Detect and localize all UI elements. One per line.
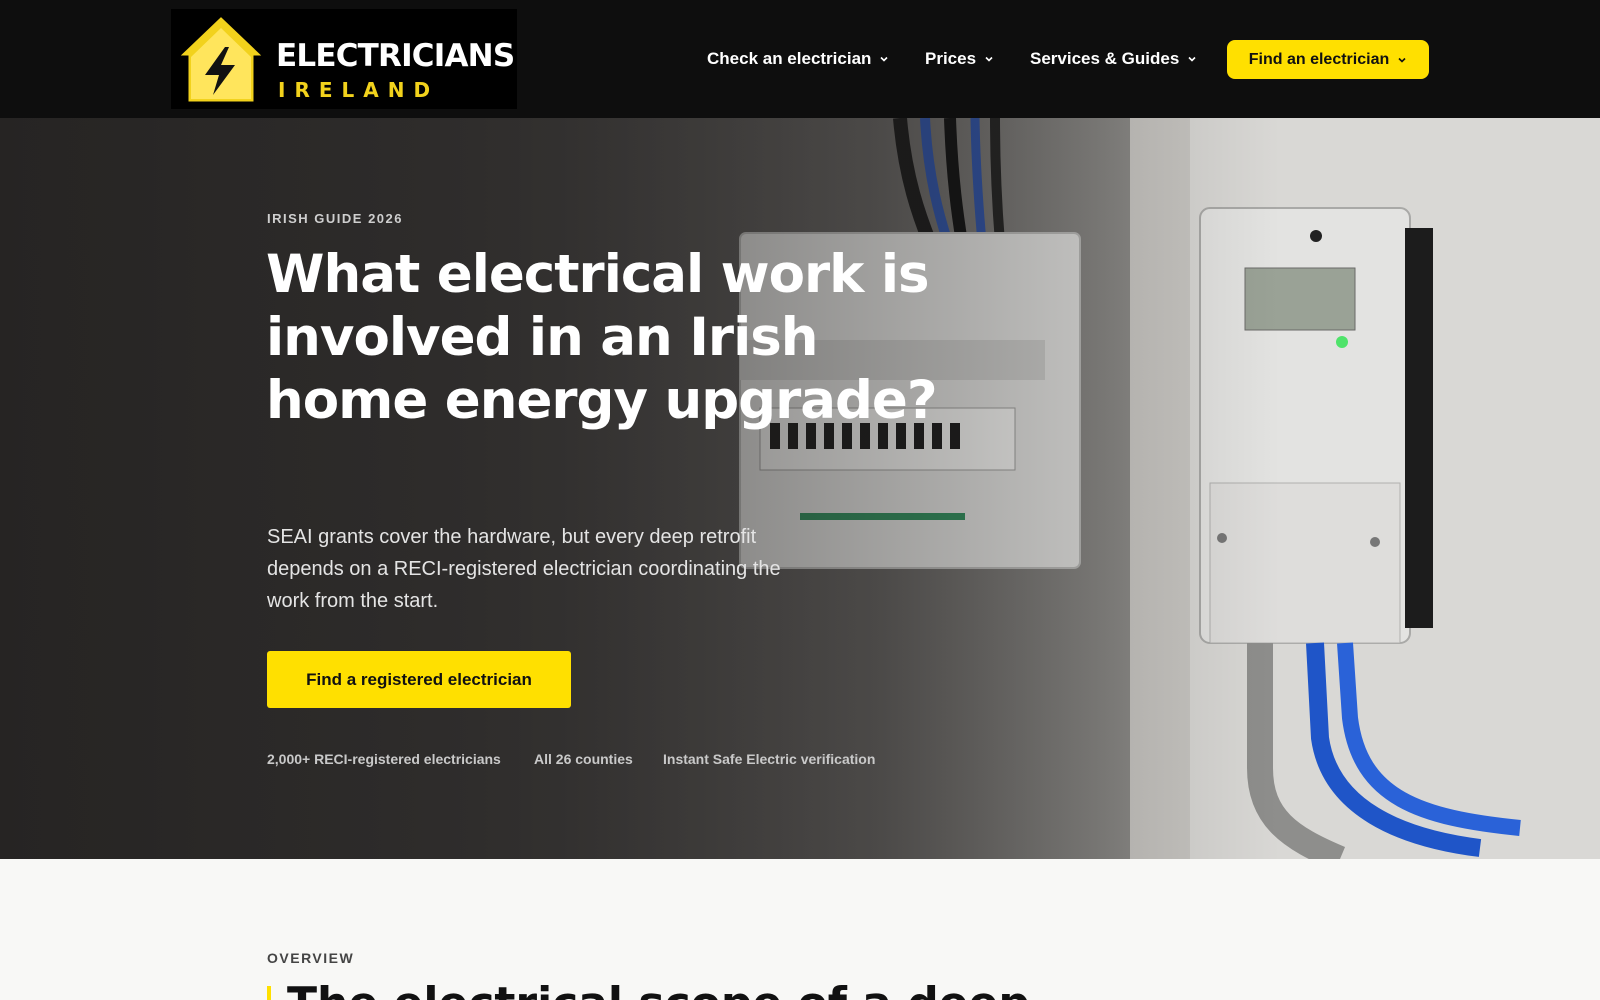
find-electrician-button[interactable]: Find an electrician — [1227, 40, 1429, 79]
nav-label: Check an electrician — [707, 49, 872, 68]
logo-wordmark: ELECTRICIANS — [276, 38, 515, 74]
stat-electrician-count: 2,000+ RECI-registered electricians — [267, 751, 501, 767]
hero-eyebrow: IRISH GUIDE 2026 — [267, 211, 403, 226]
chevron-down-icon — [985, 56, 993, 62]
logo-country: IRELAND — [278, 78, 440, 102]
chevron-down-icon — [1188, 56, 1196, 62]
site-header: ELECTRICIANS IRELAND Check an electricia… — [0, 0, 1600, 118]
nav-label: Services & Guides — [1030, 49, 1180, 68]
stat-counties: All 26 counties — [534, 751, 633, 767]
nav-prices[interactable]: Prices — [925, 47, 994, 71]
nav-label: Prices — [925, 49, 977, 68]
find-electrician-label: Find an electrician — [1248, 50, 1390, 68]
hero-subtitle: SEAI grants cover the hardware, but ever… — [267, 526, 781, 612]
overview-title: The electrical scope of a deep — [287, 978, 1030, 1000]
nav-check-electrician[interactable]: Check an electrician — [707, 47, 889, 71]
overview-accent-bar — [267, 986, 271, 1000]
house-bolt-logo-icon — [175, 12, 267, 105]
overview-label: OVERVIEW — [267, 950, 355, 966]
nav-services-guides[interactable]: Services & Guides — [1030, 47, 1197, 71]
chevron-down-icon — [1398, 57, 1406, 63]
hero-title: What electrical work is involved in an I… — [266, 244, 938, 431]
find-registered-electrician-button[interactable]: Find a registered electrician — [267, 651, 571, 708]
chevron-down-icon — [880, 56, 888, 62]
stat-verification: Instant Safe Electric verification — [663, 751, 876, 767]
site-logo[interactable]: ELECTRICIANS IRELAND — [171, 9, 517, 109]
hero-section — [0, 118, 1600, 859]
hero-dark-overlay — [0, 118, 1600, 859]
